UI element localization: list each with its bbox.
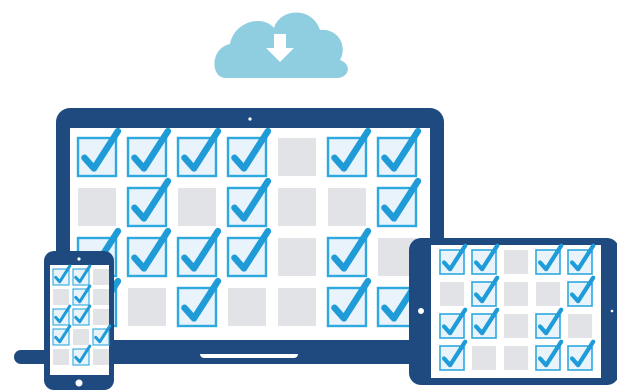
tablet-empty-cell bbox=[504, 282, 528, 306]
tablet-camera bbox=[610, 309, 614, 313]
devices-illustration bbox=[14, 12, 617, 390]
tablet-home-button bbox=[416, 306, 426, 316]
tablet-empty-cell bbox=[568, 314, 592, 338]
phone-empty-cell bbox=[93, 289, 109, 305]
laptop-empty-cell bbox=[128, 288, 166, 326]
phone-empty-cell bbox=[53, 349, 69, 365]
laptop-empty-cell bbox=[278, 288, 316, 326]
phone-empty-cell bbox=[73, 329, 89, 345]
laptop-empty-cell bbox=[278, 238, 316, 276]
phone-empty-cell bbox=[93, 309, 109, 325]
tablet-empty-cell bbox=[504, 250, 528, 274]
laptop-empty-cell bbox=[328, 188, 366, 226]
laptop-empty-cell bbox=[278, 138, 316, 176]
tablet-empty-cell bbox=[536, 282, 560, 306]
tablet-empty-cell bbox=[440, 282, 464, 306]
tablet-empty-cell bbox=[504, 346, 528, 370]
phone-checklist-grid bbox=[52, 264, 112, 366]
tablet-empty-cell bbox=[472, 346, 496, 370]
laptop-empty-cell bbox=[228, 288, 266, 326]
phone-empty-cell bbox=[93, 349, 109, 365]
laptop-camera bbox=[248, 117, 252, 121]
phone-home-button bbox=[73, 377, 85, 389]
phone bbox=[44, 251, 114, 390]
phone-empty-cell bbox=[93, 269, 109, 285]
tablet bbox=[409, 238, 617, 385]
phone-speaker bbox=[77, 257, 81, 261]
tablet-empty-cell bbox=[504, 314, 528, 338]
cloud-download-icon bbox=[214, 12, 348, 78]
laptop-empty-cell bbox=[178, 188, 216, 226]
laptop-empty-cell bbox=[78, 188, 116, 226]
laptop-empty-cell bbox=[278, 188, 316, 226]
phone-empty-cell bbox=[53, 289, 69, 305]
